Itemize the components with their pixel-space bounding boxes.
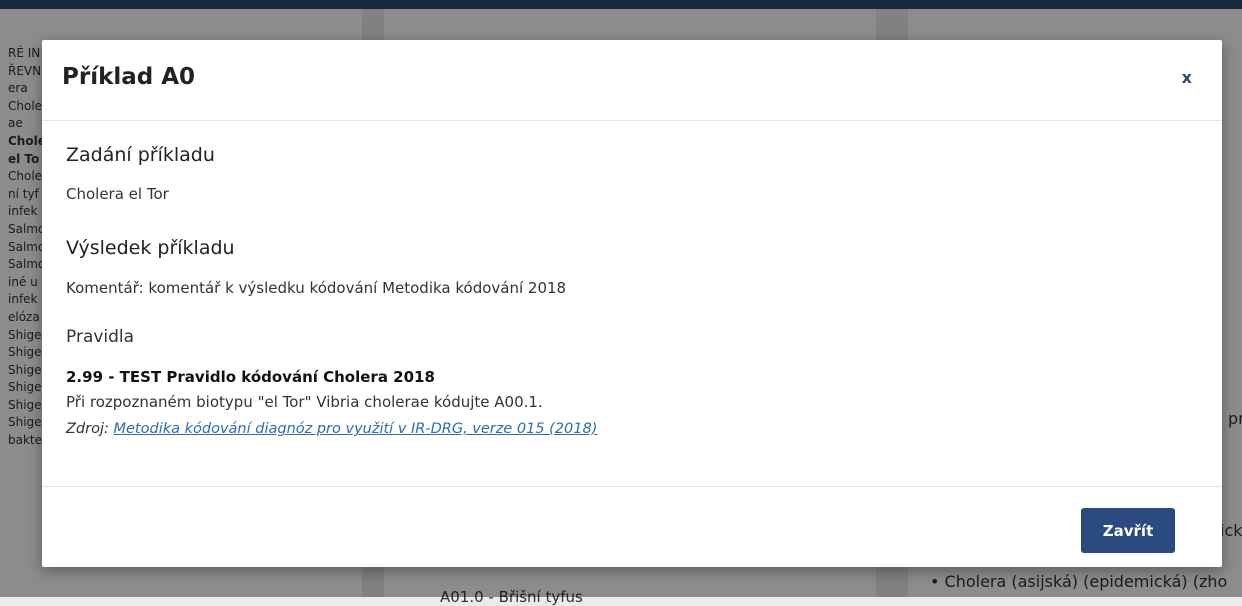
- example-modal: Příklad A0 x Zadání příkladu Cholera el …: [42, 40, 1222, 567]
- close-button[interactable]: Zavřít: [1081, 508, 1175, 553]
- rule-source: Zdroj: Metodika kódování diagnóz pro vyu…: [66, 421, 597, 437]
- result-comment: Komentář: komentář k výsledku kódování M…: [66, 279, 567, 297]
- modal-body: Zadání příkladu Cholera el Tor Výsledek …: [42, 121, 1222, 485]
- modal-title: Příklad A0: [62, 64, 196, 90]
- modal-footer: Zavřít: [42, 486, 1222, 568]
- modal-header: Příklad A0 x: [42, 40, 1222, 121]
- rule-title: 2.99 - TEST Pravidlo kódování Cholera 20…: [66, 368, 435, 386]
- assignment-heading: Zadání příkladu: [66, 144, 215, 166]
- close-icon[interactable]: x: [1182, 68, 1192, 87]
- source-link[interactable]: Metodika kódování diagnóz pro využití v …: [114, 421, 598, 437]
- assignment-text: Cholera el Tor: [66, 185, 169, 203]
- source-label: Zdroj:: [66, 421, 114, 437]
- rule-text: Při rozpoznaném biotypu "el Tor" Vibria …: [66, 393, 543, 411]
- rules-heading: Pravidla: [66, 327, 135, 347]
- result-heading: Výsledek příkladu: [66, 237, 235, 259]
